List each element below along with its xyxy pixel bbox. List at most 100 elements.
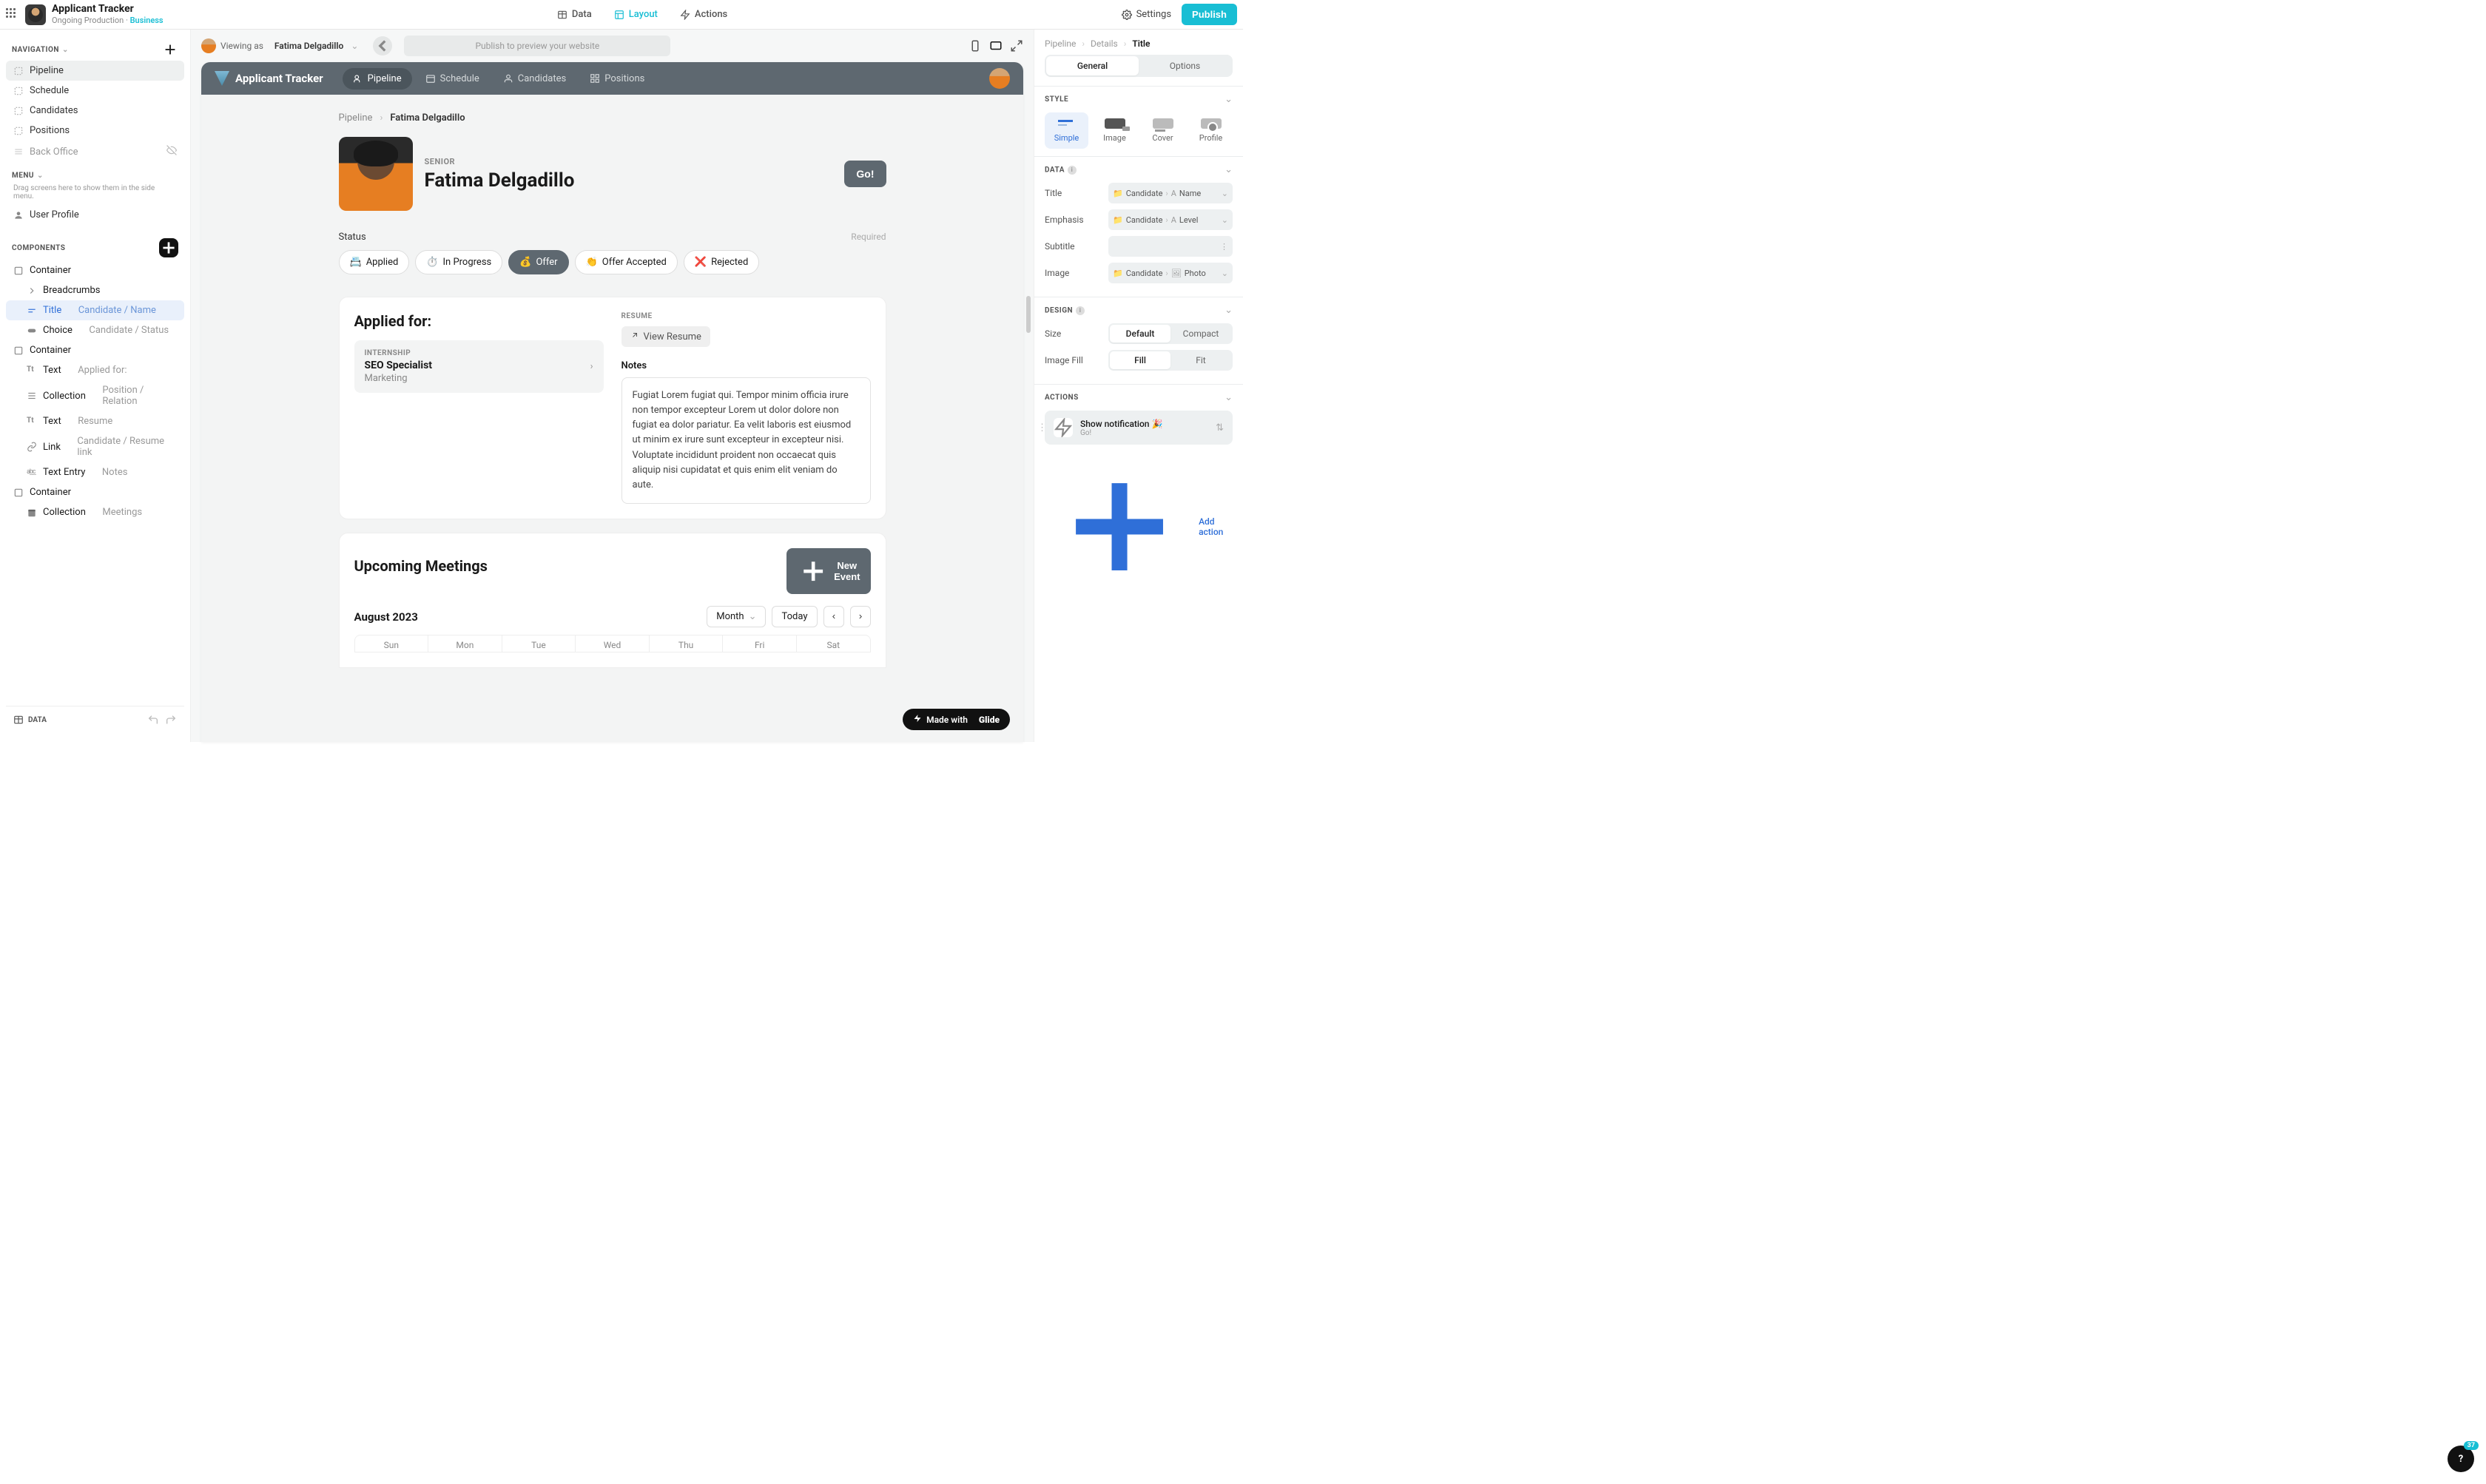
comp-title[interactable]: Title Candidate / Name [6, 300, 184, 320]
menu-user-profile[interactable]: User Profile [6, 205, 184, 225]
settings-link[interactable]: Settings [1122, 9, 1171, 20]
data-title-picker[interactable]: 📁Candidate ›AName⌄ [1108, 183, 1233, 203]
tab-data[interactable]: Data [557, 9, 592, 20]
fullscreen-icon[interactable] [1010, 39, 1023, 53]
grid-icon [590, 73, 600, 84]
apps-grid-icon[interactable] [6, 8, 19, 21]
menu-section-header[interactable]: MENU ⌄ [12, 172, 44, 180]
comp-collection-meetings[interactable]: Collection Meetings [6, 502, 184, 522]
made-with-badge[interactable]: Made with Glide [903, 709, 1010, 730]
rp-tab-options[interactable]: Options [1139, 56, 1231, 75]
rp-crumb-pipeline[interactable]: Pipeline [1045, 38, 1076, 49]
viewing-as-dropdown[interactable]: Viewing as Fatima Delgadillo ⌄ [201, 38, 358, 53]
fill-fit[interactable]: Fit [1170, 351, 1231, 369]
style-opt-simple[interactable]: Simple [1045, 112, 1088, 149]
status-chip-applied[interactable]: 📇Applied [339, 250, 410, 274]
preview-back-button[interactable] [373, 36, 392, 55]
comp-container-2[interactable]: Container [6, 482, 184, 502]
required-badge: Required [851, 232, 886, 243]
navigation-section-header[interactable]: NAVIGATION ⌄ [12, 46, 69, 54]
size-compact[interactable]: Compact [1170, 325, 1231, 343]
container-icon [13, 488, 24, 498]
preview-url-bar[interactable]: Publish to preview your website [404, 36, 670, 56]
nav-back-office[interactable]: Back Office [6, 141, 184, 163]
comp-container-1[interactable]: Container [6, 340, 184, 360]
cal-prev-button[interactable] [823, 606, 844, 627]
app-tab-candidates[interactable]: Candidates [493, 68, 576, 90]
nav-positions[interactable]: Positions [6, 121, 184, 141]
chevron-down-icon[interactable]: ⌄ [1225, 94, 1233, 105]
comp-container-0[interactable]: Container [6, 260, 184, 280]
nav-pipeline[interactable]: Pipeline [6, 61, 184, 81]
tab-layout[interactable]: Layout [614, 9, 658, 20]
chevron-right-icon [27, 286, 37, 296]
nav-schedule[interactable]: Schedule [6, 81, 184, 101]
data-panel-button[interactable]: DATA [13, 715, 47, 725]
add-component-button[interactable] [159, 238, 178, 257]
view-resume-link[interactable]: View Resume [622, 326, 710, 347]
comp-choice[interactable]: Choice Candidate / Status [6, 320, 184, 340]
folder-icon: 📁 [1113, 189, 1123, 198]
redo-button[interactable] [165, 712, 177, 727]
user-avatar[interactable] [989, 68, 1010, 89]
crumb-pipeline[interactable]: Pipeline [339, 112, 373, 124]
rp-tab-general[interactable]: General [1046, 56, 1139, 75]
add-action-button[interactable]: Add action [1045, 452, 1233, 601]
data-subtitle-picker[interactable]: ⋮ [1108, 236, 1233, 257]
container-icon [13, 266, 24, 276]
new-event-button[interactable]: New Event [786, 548, 871, 594]
notes-textarea[interactable]: Fugiat Lorem fugiat qui. Tempor minim of… [622, 377, 871, 504]
chevron-down-icon[interactable]: ⌄ [1225, 164, 1233, 175]
app-tab-positions[interactable]: Positions [579, 68, 655, 90]
comp-text-resume[interactable]: TtText Resume [6, 411, 184, 431]
status-chip-rejected[interactable]: ❌Rejected [684, 250, 759, 274]
cal-today-button[interactable]: Today [772, 606, 817, 627]
fill-fill[interactable]: Fill [1110, 351, 1170, 369]
cal-view-dropdown[interactable]: Month ⌄ [707, 606, 766, 627]
table-icon [557, 10, 567, 20]
comp-link-resume[interactable]: Link Candidate / Resume link [6, 431, 184, 462]
tab-actions[interactable]: Actions [680, 9, 727, 20]
drag-grip-icon[interactable]: ⋮ [1037, 422, 1047, 434]
status-chip-accepted[interactable]: 👏Offer Accepted [575, 250, 678, 274]
nav-candidates[interactable]: Candidates [6, 101, 184, 121]
publish-button[interactable]: Publish [1182, 4, 1237, 25]
position-card[interactable]: INTERNSHIP SEO Specialist Marketing › [354, 340, 604, 393]
candidate-name: Fatima Delgadillo [425, 169, 575, 192]
data-emphasis-picker[interactable]: 📁Candidate ›ALevel⌄ [1108, 209, 1233, 230]
comp-breadcrumbs[interactable]: Breadcrumbs [6, 280, 184, 300]
app-tab-pipeline[interactable]: Pipeline [343, 68, 412, 90]
chevron-right-icon: › [1124, 38, 1127, 49]
size-default[interactable]: Default [1110, 325, 1170, 343]
preview-scrollbar[interactable] [1026, 296, 1031, 333]
status-chip-in-progress[interactable]: ⏱️In Progress [415, 250, 502, 274]
container-icon [13, 345, 24, 356]
chevron-down-icon: ⌄ [351, 41, 358, 51]
comp-text-entry[interactable]: ab̲c̲Text Entry Notes [6, 462, 184, 482]
undo-button[interactable] [147, 712, 159, 727]
rp-crumb-details[interactable]: Details [1091, 38, 1118, 49]
help-button[interactable]: ?37 [2448, 1446, 2474, 1472]
desktop-preview-icon[interactable] [989, 39, 1003, 53]
chevron-down-icon[interactable]: ⌄ [1225, 392, 1233, 403]
collection-icon [27, 391, 37, 401]
add-screen-button[interactable] [162, 41, 178, 58]
status-chip-offer[interactable]: 💰Offer [508, 250, 568, 274]
cal-next-button[interactable] [850, 606, 871, 627]
app-tab-schedule[interactable]: Schedule [415, 68, 490, 90]
style-opt-profile[interactable]: Profile [1189, 112, 1233, 149]
folder-icon: 📁 [1113, 215, 1123, 225]
style-opt-image[interactable]: Image [1093, 112, 1136, 149]
preview-app-name: Applicant Tracker [235, 72, 323, 85]
chevron-down-icon[interactable]: ⌄ [1225, 305, 1233, 316]
data-image-picker[interactable]: 📁Candidate›🖼Photo⌄ [1108, 263, 1233, 283]
screen-icon [13, 126, 24, 136]
list-icon [13, 146, 24, 157]
action-show-notification[interactable]: ⋮ Show notification 🎉 Go! ⇅ [1045, 411, 1233, 445]
mobile-preview-icon[interactable] [969, 39, 982, 53]
style-opt-cover[interactable]: Cover [1141, 112, 1185, 149]
comp-text-applied[interactable]: TtText Applied for: [6, 360, 184, 380]
go-button[interactable]: Go! [844, 161, 886, 187]
comp-collection-position[interactable]: Collection Position / Relation [6, 380, 184, 411]
image-fill-label: Image Fill [1045, 355, 1102, 365]
